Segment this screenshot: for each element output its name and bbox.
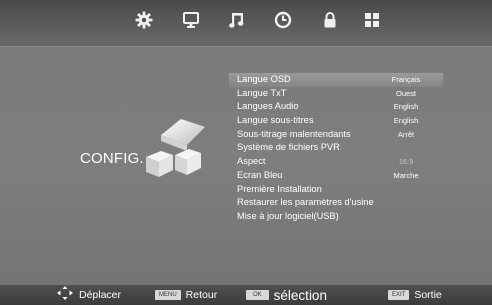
menu-item-value: English [393, 116, 419, 126]
tv-menu-screen: CONFIG. Langue OSD Français Langue TxT O… [0, 0, 492, 305]
menu-item-value: 16:9 [398, 157, 414, 167]
menu-item-ecran-bleu[interactable]: Ecran Bleu Marche [229, 169, 443, 183]
menu-item-label: Restaurer les paramètres d'usine [237, 197, 374, 208]
hint-select: OK sélection [246, 285, 327, 305]
menu-item-mise-a-jour-logiciel[interactable]: Mise à jour logiciel(USB) [229, 210, 443, 224]
category-tab-bar [0, 0, 492, 47]
tab-time[interactable] [271, 10, 295, 34]
menu-item-label: Langue TxT [237, 87, 287, 98]
menu-item-label: Ecran Bleu [237, 169, 283, 180]
hint-back: MENU Retour [155, 285, 217, 305]
menu-item-label: Sous-titrage malentendants [237, 128, 351, 139]
menu-item-restaurer-parametres-usine[interactable]: Restaurer les paramètres d'usine [229, 196, 443, 210]
menu-item-premiere-installation[interactable]: Première Installation [229, 183, 443, 197]
tab-apps[interactable] [360, 10, 384, 34]
hint-move-label: Déplacer [79, 289, 122, 301]
gear-icon [134, 10, 154, 35]
ok-key-badge: OK [246, 290, 269, 300]
tab-sound[interactable] [225, 10, 249, 34]
menu-item-sous-titrage-malentendants[interactable]: Sous-titrage malentendants Arrêt [229, 128, 443, 142]
grid-icon [362, 10, 382, 35]
menu-item-label: Aspect [237, 156, 266, 167]
key-hint-bar: Déplacer MENU Retour OK sélection EXIT S… [0, 285, 492, 305]
menu-item-langue-txt[interactable]: Langue TxT Ouest [229, 87, 443, 101]
dpad-arrows-icon [56, 285, 74, 305]
hint-select-label: sélection [273, 287, 327, 303]
menu-item-langue-sous-titres[interactable]: Langue sous-titres English [229, 114, 443, 128]
menu-item-label: Système de fichiers PVR [237, 142, 340, 153]
lock-icon [320, 10, 340, 35]
tab-picture[interactable] [179, 10, 203, 34]
menu-key-badge: MENU [155, 290, 181, 300]
exit-key-badge: EXIT [388, 290, 410, 300]
monitor-icon [181, 10, 201, 35]
menu-item-value: Ouest [395, 88, 416, 98]
hint-move: Déplacer [56, 285, 121, 305]
menu-item-value: Arrêt [397, 129, 415, 139]
settings-menu-list: Langue OSD Français Langue TxT Ouest Lan… [229, 73, 443, 224]
hint-back-label: Retour [185, 289, 218, 301]
menu-item-label: Langue sous-titres [237, 115, 314, 126]
music-note-icon [227, 10, 247, 35]
menu-item-label: Première Installation [237, 183, 322, 194]
menu-item-langues-audio[interactable]: Langues Audio English [229, 100, 443, 114]
menu-item-label: Langue OSD [237, 74, 291, 84]
menu-item-aspect[interactable]: Aspect 16:9 [229, 155, 443, 169]
hint-exit: EXIT Sortie [388, 285, 442, 305]
tab-lock[interactable] [318, 10, 342, 34]
menu-item-label: Langues Audio [237, 101, 299, 112]
menu-item-value: Français [391, 75, 421, 84]
menu-item-value: Marche [393, 170, 419, 180]
clock-icon [273, 10, 293, 35]
category-title: CONFIG. [80, 150, 144, 167]
config-blocks-icon [143, 115, 207, 181]
menu-item-label: Mise à jour logiciel(USB) [237, 210, 339, 221]
menu-item-langue-osd[interactable]: Langue OSD Français [229, 73, 443, 87]
hint-exit-label: Sortie [414, 289, 442, 301]
tab-setup[interactable] [132, 10, 156, 34]
menu-item-systeme-fichiers-pvr[interactable]: Système de fichiers PVR [229, 141, 443, 155]
menu-item-value: English [393, 102, 419, 112]
